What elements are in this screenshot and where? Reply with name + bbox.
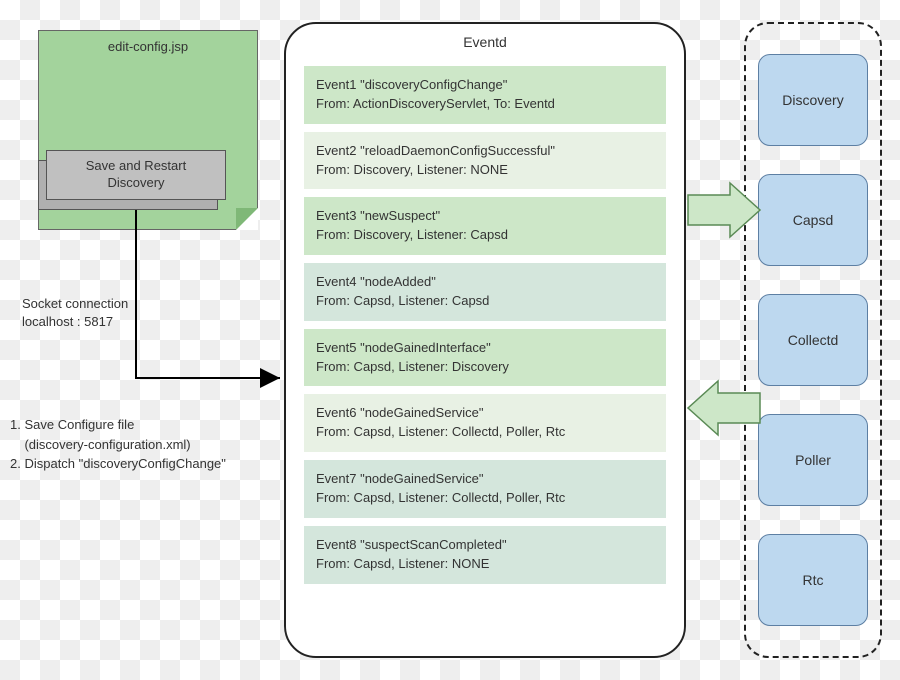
service-collectd: Collectd (758, 294, 868, 386)
event-item-6: Event6 "nodeGainedService"From: Capsd, L… (304, 394, 666, 452)
jsp-title: edit-config.jsp (39, 31, 257, 62)
service-label: Capsd (793, 212, 833, 228)
event-item-2: Event2 "reloadDaemonConfigSuccessful"Fro… (304, 132, 666, 190)
services-container: Discovery Capsd Collectd Poller Rtc (744, 22, 882, 658)
event-line1: Event2 "reloadDaemonConfigSuccessful" (316, 142, 654, 161)
socket-line2: localhost : 5817 (22, 313, 128, 331)
service-label: Collectd (788, 332, 839, 348)
service-capsd: Capsd (758, 174, 868, 266)
socket-line1: Socket connection (22, 295, 128, 313)
event-line2: From: Capsd, Listener: Discovery (316, 358, 654, 377)
event-line1: Event1 "discoveryConfigChange" (316, 76, 654, 95)
event-line2: From: Capsd, Listener: Capsd (316, 292, 654, 311)
step-1b: (discovery-configuration.xml) (10, 435, 226, 455)
eventd-title: Eventd (286, 24, 684, 58)
event-item-1: Event1 "discoveryConfigChange"From: Acti… (304, 66, 666, 124)
event-line1: Event3 "newSuspect" (316, 207, 654, 226)
event-line2: From: Capsd, Listener: NONE (316, 555, 654, 574)
event-item-5: Event5 "nodeGainedInterface"From: Capsd,… (304, 329, 666, 387)
event-line2: From: Discovery, Listener: Capsd (316, 226, 654, 245)
event-line2: From: Capsd, Listener: Collectd, Poller,… (316, 489, 654, 508)
event-line1: Event5 "nodeGainedInterface" (316, 339, 654, 358)
event-item-8: Event8 "suspectScanCompleted"From: Capsd… (304, 526, 666, 584)
step-2: 2. Dispatch "discoveryConfigChange" (10, 454, 226, 474)
event-line2: From: Discovery, Listener: NONE (316, 161, 654, 180)
page-fold-icon (236, 208, 258, 230)
event-line1: Event8 "suspectScanCompleted" (316, 536, 654, 555)
service-label: Rtc (803, 572, 824, 588)
service-rtc: Rtc (758, 534, 868, 626)
events-list: Event1 "discoveryConfigChange"From: Acti… (286, 66, 684, 584)
event-line1: Event4 "nodeAdded" (316, 273, 654, 292)
event-item-7: Event7 "nodeGainedService"From: Capsd, L… (304, 460, 666, 518)
steps-text: 1. Save Configure file (discovery-config… (10, 415, 226, 474)
service-poller: Poller (758, 414, 868, 506)
save-restart-button[interactable]: Save and Restart Discovery (46, 150, 226, 200)
event-line2: From: Capsd, Listener: Collectd, Poller,… (316, 423, 654, 442)
step-1: 1. Save Configure file (10, 415, 226, 435)
event-line2: From: ActionDiscoveryServlet, To: Eventd (316, 95, 654, 114)
event-item-3: Event3 "newSuspect"From: Discovery, List… (304, 197, 666, 255)
eventd-container: Eventd Event1 "discoveryConfigChange"Fro… (284, 22, 686, 658)
service-discovery: Discovery (758, 54, 868, 146)
event-line1: Event7 "nodeGainedService" (316, 470, 654, 489)
save-restart-button-label: Save and Restart Discovery (86, 158, 186, 192)
service-label: Discovery (782, 92, 843, 108)
service-label: Poller (795, 452, 831, 468)
event-line1: Event6 "nodeGainedService" (316, 404, 654, 423)
socket-connection-text: Socket connection localhost : 5817 (22, 295, 128, 331)
event-item-4: Event4 "nodeAdded"From: Capsd, Listener:… (304, 263, 666, 321)
